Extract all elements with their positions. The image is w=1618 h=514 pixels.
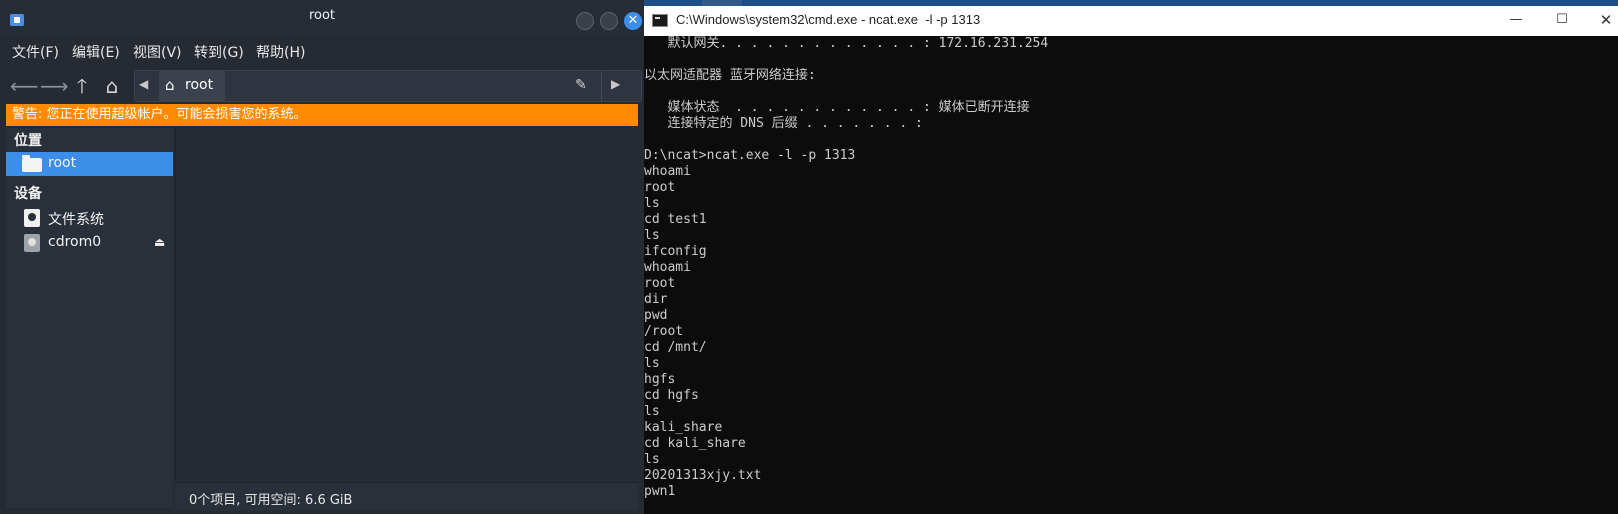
console-line: cd kali_share xyxy=(644,436,746,451)
sidebar-item-label: cdrom0 xyxy=(48,234,102,250)
cmd-close-button[interactable]: ✕ xyxy=(1596,10,1616,30)
fm-menubar: 文件(F) 编辑(E) 视图(V) 转到(G) 帮助(H) xyxy=(0,38,644,66)
console-line: 以太网适配器 蓝牙网络连接: xyxy=(644,68,816,83)
console-line: cd hgfs xyxy=(644,388,699,403)
fm-minimize-button[interactable] xyxy=(576,12,594,30)
back-arrow-icon[interactable]: ⟵ xyxy=(10,74,39,98)
fm-maximize-button[interactable] xyxy=(600,12,618,30)
status-text: 0个项目, 可用空间: 6.6 GiB xyxy=(189,493,353,508)
forward-arrow-icon[interactable]: ⟶ xyxy=(40,74,69,98)
console-line: 连接特定的 DNS 后缀 . . . . . . . : xyxy=(644,116,923,131)
console-line: dir xyxy=(644,292,668,307)
fm-statusbar: 0个项目, 可用空间: 6.6 GiB xyxy=(175,482,638,511)
console-line: pwd xyxy=(644,308,668,323)
fm-window-title: root xyxy=(308,8,336,23)
console-line: ifconfig xyxy=(644,244,707,259)
home-icon[interactable]: ⌂ xyxy=(100,74,124,98)
console-line: pwn1 xyxy=(644,484,676,499)
path-home-icon: ⌂ xyxy=(165,76,175,94)
edit-path-pencil-icon[interactable]: ✎ xyxy=(575,77,587,93)
menu-help[interactable]: 帮助(H) xyxy=(256,42,305,62)
cdrom-icon xyxy=(24,234,40,252)
menu-edit[interactable]: 编辑(E) xyxy=(72,42,120,62)
console-line: root xyxy=(644,276,676,291)
console-line: cd test1 xyxy=(644,212,707,227)
devices-header: 设备 xyxy=(14,186,42,202)
console-line: 20201313xjy.txt xyxy=(644,468,762,483)
console-line: /root xyxy=(644,324,684,339)
console-line: kali_share xyxy=(644,420,723,435)
console-line: ls xyxy=(644,228,660,243)
console-line: root xyxy=(644,180,676,195)
drive-icon xyxy=(24,209,40,227)
cmd-titlebar[interactable]: C:\Windows\system32\cmd.exe - ncat.exe -… xyxy=(644,6,1618,36)
console-line: whoami xyxy=(644,164,691,179)
console-line: ls xyxy=(644,452,660,467)
menu-file[interactable]: 文件(F) xyxy=(12,42,59,62)
console-output[interactable]: 默认网关. . . . . . . . . . . . . : 172.16.2… xyxy=(644,36,1618,514)
console-line: ls xyxy=(644,404,660,419)
eject-icon[interactable]: ⏏ xyxy=(154,235,165,249)
console-line: whoami xyxy=(644,260,691,275)
sidebar-item-label: 文件系统 xyxy=(48,212,104,228)
fm-titlebar[interactable]: root ✕ xyxy=(0,0,644,34)
location-bar[interactable]: ◀ ⌂ root ✎ ▶ xyxy=(134,70,642,102)
console-line: 媒体状态 . . . . . . . . . . . . : 媒体已断开连接 xyxy=(644,100,1030,115)
console-line: D:\ncat>ncat.exe -l -p 1313 xyxy=(644,148,856,163)
path-segment-label: root xyxy=(185,77,214,93)
cmd-window-title: C:\Windows\system32\cmd.exe - ncat.exe -… xyxy=(676,12,981,27)
fm-close-button[interactable]: ✕ xyxy=(624,12,642,30)
fm-sidebar: 位置 root 设备 文件系统 cdrom0 ⏏ xyxy=(6,128,173,508)
file-manager-window: root ✕ 文件(F) 编辑(E) 视图(V) 转到(G) 帮助(H) ⟵ ⟶… xyxy=(0,0,644,514)
places-header: 位置 xyxy=(14,133,42,149)
cmd-maximize-button[interactable]: ☐ xyxy=(1552,10,1572,30)
up-arrow-icon[interactable]: 🡑 xyxy=(70,74,94,98)
menu-view[interactable]: 视图(V) xyxy=(133,42,182,62)
console-line: 默认网关. . . . . . . . . . . . . : 172.16.2… xyxy=(644,36,1049,51)
sidebar-item-root[interactable]: root xyxy=(6,152,173,176)
file-list-area[interactable] xyxy=(175,128,639,480)
path-divider xyxy=(601,71,602,101)
menu-go[interactable]: 转到(G) xyxy=(194,42,244,62)
console-line: ls xyxy=(644,196,660,211)
console-line: ls xyxy=(644,356,660,371)
sidebar-item-cdrom[interactable]: cdrom0 ⏏ xyxy=(6,231,173,255)
console-icon xyxy=(652,14,668,27)
path-scroll-left-icon[interactable]: ◀ xyxy=(139,77,148,91)
close-icon: ✕ xyxy=(627,13,639,28)
console-line: cd /mnt/ xyxy=(644,340,707,355)
cmd-minimize-button[interactable]: — xyxy=(1506,10,1526,30)
cmd-window: C:\Windows\system32\cmd.exe - ncat.exe -… xyxy=(644,0,1618,514)
sidebar-item-filesystem[interactable]: 文件系统 xyxy=(6,206,173,230)
sidebar-item-label: root xyxy=(48,155,77,171)
root-warning-banner: 警告: 您正在使用超级帐户。可能会损害您的系统。 xyxy=(6,104,638,126)
folder-icon xyxy=(22,155,42,172)
console-line: hgfs xyxy=(644,372,676,387)
path-scroll-right-icon[interactable]: ▶ xyxy=(611,77,620,91)
fm-toolbar: ⟵ ⟶ 🡑 ⌂ ◀ ⌂ root ✎ ▶ xyxy=(0,68,644,104)
